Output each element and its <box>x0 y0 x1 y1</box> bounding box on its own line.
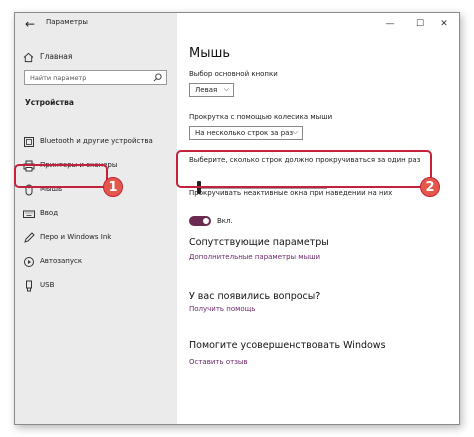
settings-window: ← Параметры Главная Устройства Bluetooth… <box>14 12 460 425</box>
page-title: Мышь <box>189 46 231 61</box>
chevron-down-icon: ⌵ <box>223 85 229 93</box>
chevron-down-icon: ⌵ <box>292 128 298 136</box>
callout-highlight-slider <box>176 150 432 188</box>
main-content: Мышь Выбор основной кнопки Левая ⌵ Прокр… <box>177 13 459 424</box>
bluetooth-icon <box>24 137 34 147</box>
callout-highlight-mouse <box>14 164 108 188</box>
get-help-link[interactable]: Получить помощь <box>189 305 255 313</box>
callout-badge-2: 2 <box>420 177 440 197</box>
primary-button-label: Выбор основной кнопки <box>189 70 278 78</box>
toggle-knob <box>203 218 209 224</box>
sidebar-item-pen[interactable]: Перо и Windows Ink <box>23 230 173 246</box>
nav-home-label: Главная <box>40 52 73 61</box>
sidebar-item-usb[interactable]: USB <box>23 278 173 294</box>
primary-button-select[interactable]: Левая ⌵ <box>189 83 234 97</box>
inactive-scroll-state: Вкл. <box>217 217 233 225</box>
related-settings-title: Сопутствующие параметры <box>189 237 329 248</box>
sidebar-item-label: Ввод <box>40 209 59 217</box>
sidebar-item-label: Bluetooth и другие устройства <box>40 137 153 145</box>
callout-badge-1: 1 <box>103 177 123 197</box>
primary-button-value: Левая <box>195 86 218 94</box>
back-arrow-icon: ← <box>24 17 36 31</box>
questions-title: У вас появились вопросы? <box>189 291 321 302</box>
sidebar-item-label: Перо и Windows Ink <box>40 233 112 241</box>
window-title: Параметры <box>46 18 88 26</box>
scroll-mode-select[interactable]: На несколько строк за раз ⌵ <box>189 126 303 140</box>
sidebar-item-autoplay[interactable]: Автозапуск <box>23 254 173 270</box>
search-icon[interactable] <box>153 73 162 82</box>
search-input[interactable] <box>30 72 148 83</box>
sidebar-item-label: Автозапуск <box>40 257 83 265</box>
improve-windows-title: Помогите усовершенствовать Windows <box>189 340 386 351</box>
scroll-mode-label: Прокрутка с помощью колесика мыши <box>189 113 333 121</box>
sidebar-item-typing[interactable]: Ввод <box>23 206 173 222</box>
sidebar-item-bluetooth[interactable]: Bluetooth и другие устройства <box>23 134 173 150</box>
keyboard-icon <box>23 210 35 218</box>
section-title-devices: Устройства <box>25 98 74 107</box>
inactive-scroll-label: Прокручивать неактивные окна при наведен… <box>189 189 393 197</box>
search-box[interactable] <box>24 70 167 85</box>
feedback-link[interactable]: Оставить отзыв <box>189 358 248 366</box>
autoplay-icon <box>24 257 34 267</box>
back-button[interactable]: ← <box>22 16 38 32</box>
inactive-scroll-toggle[interactable] <box>189 216 211 226</box>
usb-icon <box>26 280 32 292</box>
additional-mouse-options-link[interactable]: Дополнительные параметры мыши <box>189 253 320 261</box>
scroll-mode-value: На несколько строк за раз <box>195 129 294 137</box>
pen-icon <box>24 232 35 243</box>
home-icon <box>23 52 34 63</box>
sidebar-item-label: USB <box>40 281 55 289</box>
sidebar: ← Параметры Главная Устройства Bluetooth… <box>15 13 177 424</box>
